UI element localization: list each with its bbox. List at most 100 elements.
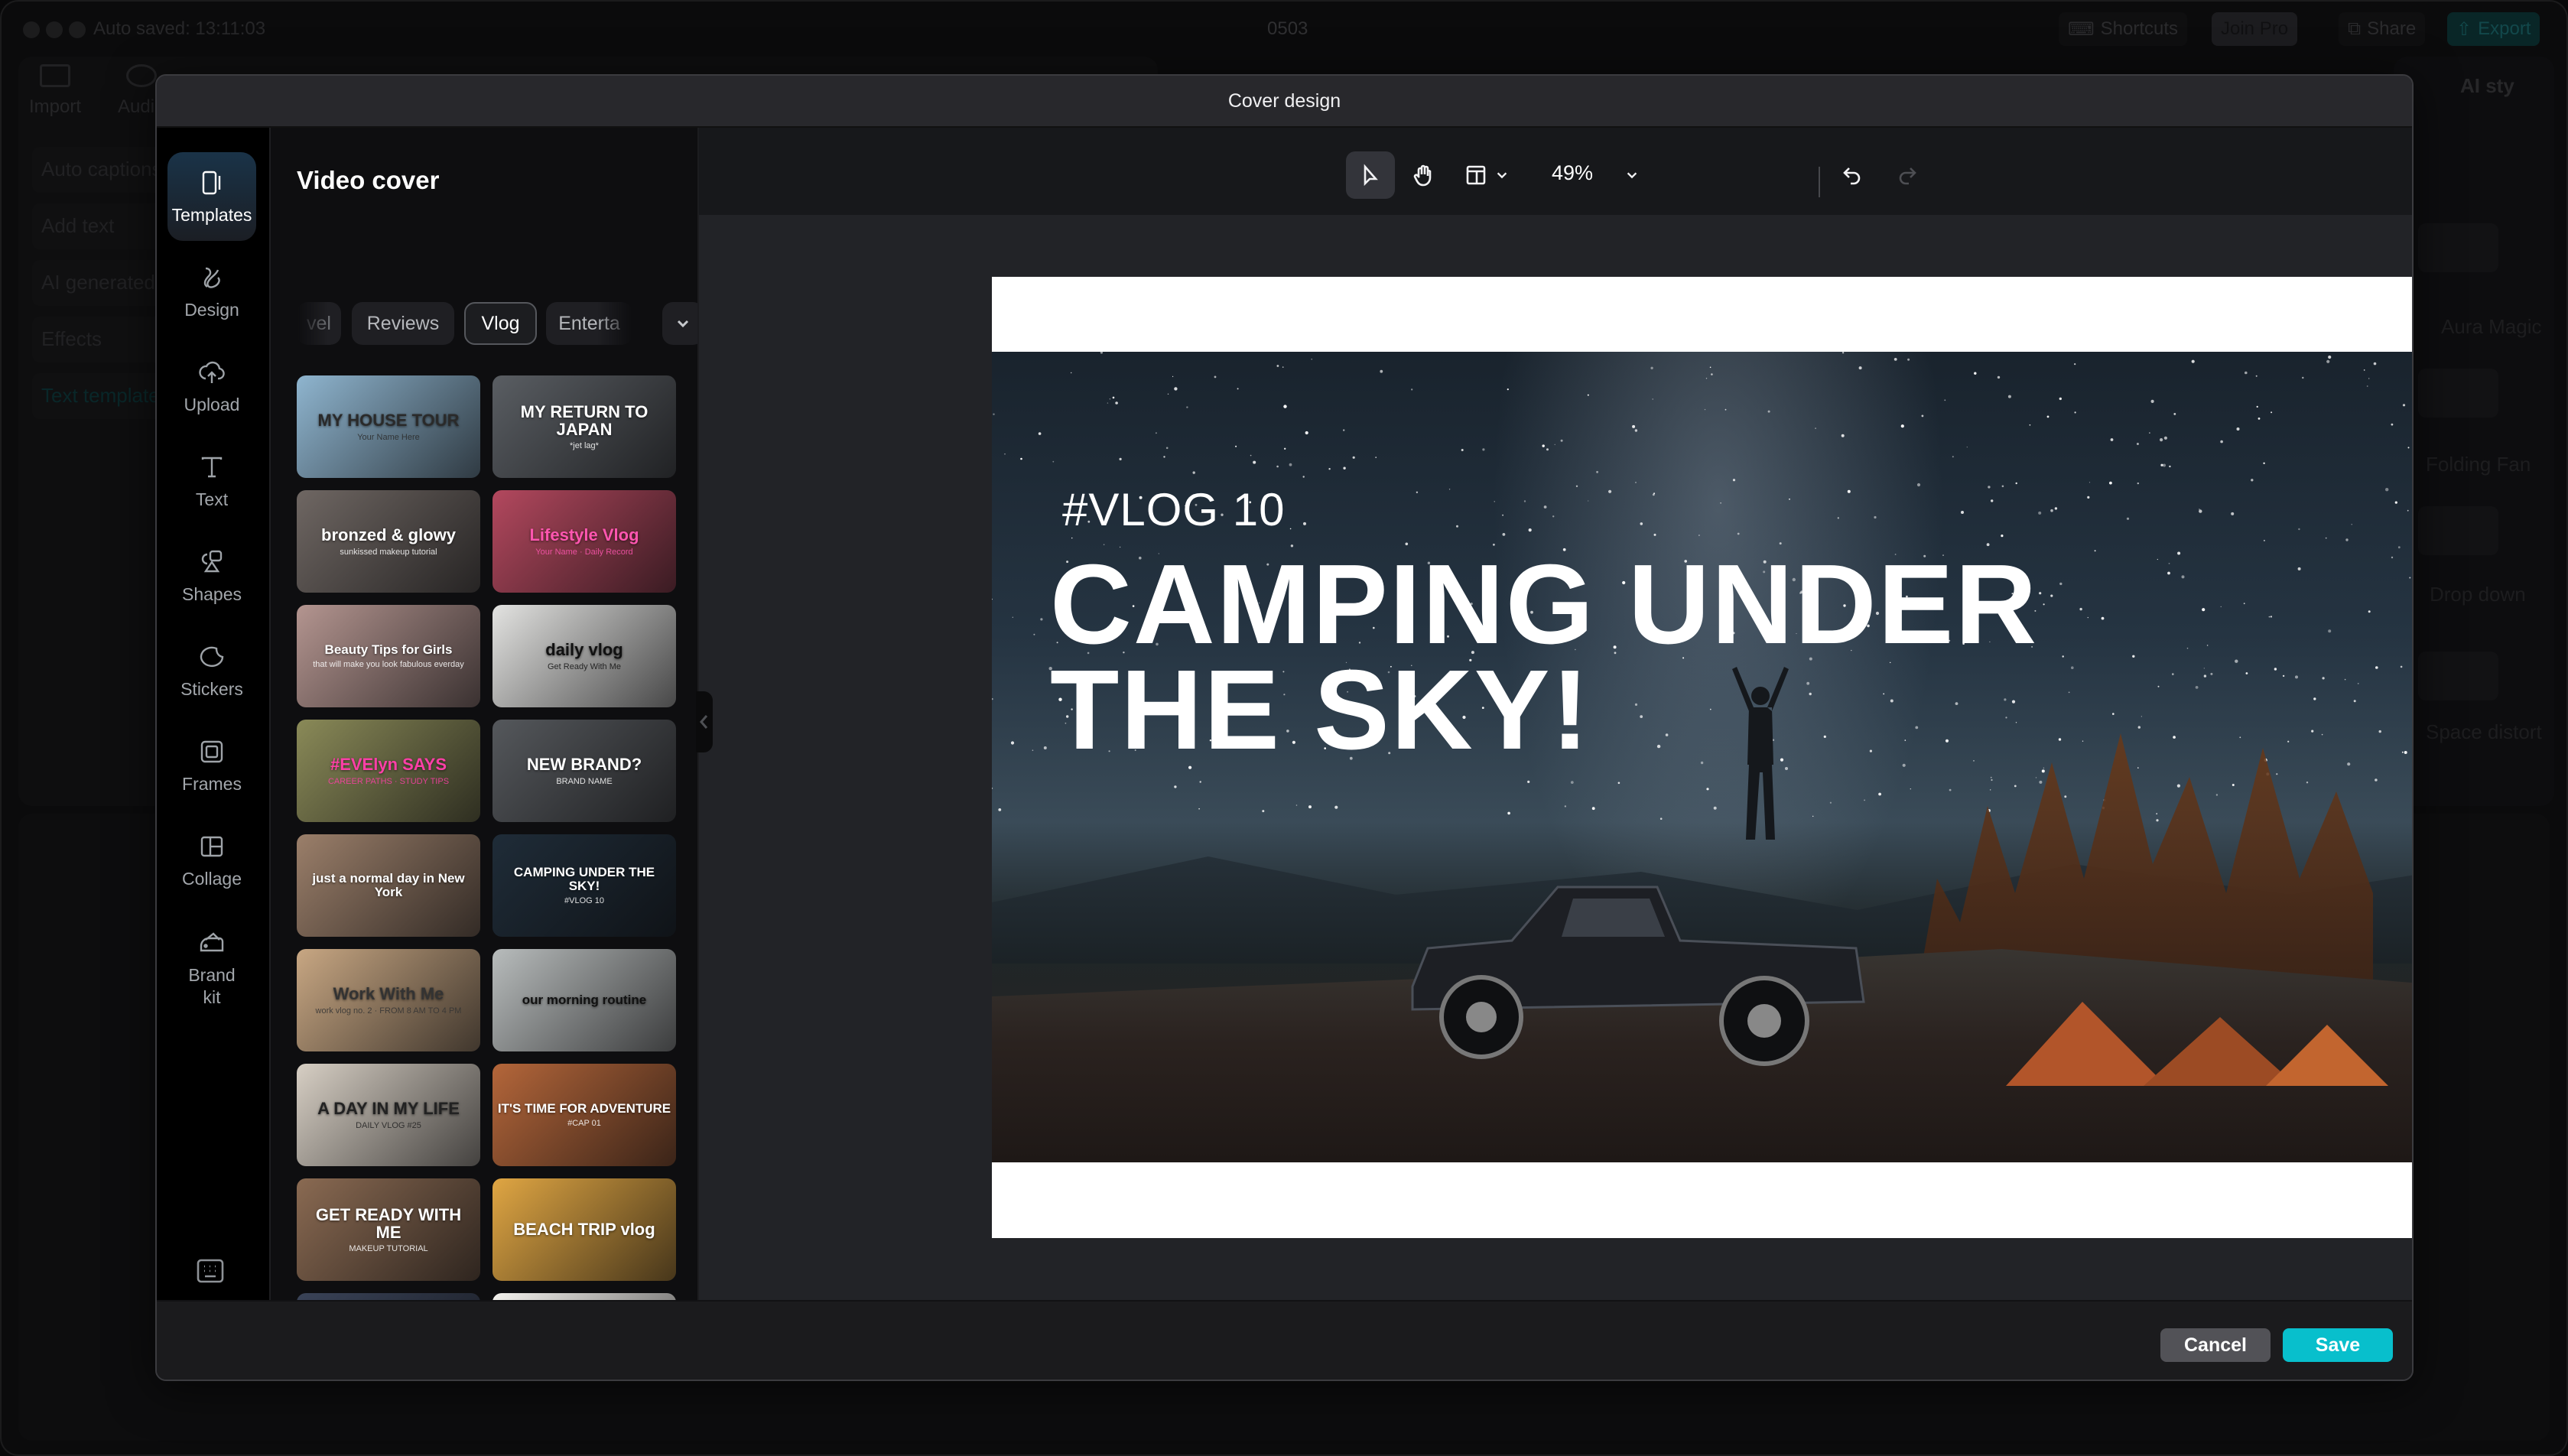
star (2243, 603, 2245, 605)
undo-button[interactable] (1835, 151, 1871, 199)
rail-item-frames[interactable]: Frames (167, 721, 256, 810)
design-icon (203, 267, 220, 288)
cover-design-dialog: Cover design Templates Design Upload Tex… (155, 74, 2414, 1381)
template-thumbnail[interactable]: MY RETURN TO JAPAN *jet lag* (492, 375, 676, 478)
redo-button[interactable] (1889, 151, 1924, 199)
template-thumbnail[interactable]: just a normal day in New York (297, 834, 480, 937)
star (1119, 457, 1122, 460)
star (1608, 489, 1612, 493)
category-tab-travel[interactable]: vel (297, 302, 341, 345)
rail-item-brand-kit[interactable]: Brand kit (167, 911, 256, 1025)
template-thumbnail[interactable]: 10 Hours Bus Journey (297, 1293, 480, 1300)
canvas-area: 49% #VLOG 10 CAMPING UNDER THE SKY! (699, 128, 2412, 1300)
star (992, 697, 993, 700)
star (2409, 577, 2411, 579)
star (1033, 633, 1035, 635)
star (2345, 538, 2349, 541)
template-thumbnail[interactable]: bronzed & glowy sunkissed makeup tutorial (297, 490, 480, 593)
star (1328, 468, 1331, 470)
template-subtitle: Your Name · Daily Record (535, 547, 633, 557)
template-thumbnail[interactable]: BEACH TRIP vlog (492, 1178, 676, 1281)
template-thumbnail[interactable]: IT'S TIME FOR ADVENTURE #CAP 01 (492, 1064, 676, 1166)
template-thumbnail[interactable]: daily vlog Get Ready With Me (492, 605, 676, 707)
template-thumbnail[interactable]: NEW BRAND? BRAND NAME (492, 720, 676, 822)
star (1652, 493, 1655, 496)
star (1334, 805, 1338, 809)
star (1198, 808, 1200, 810)
layout-icon (1466, 165, 1486, 185)
star (2391, 423, 2394, 426)
star (1020, 457, 1022, 460)
star (1767, 410, 1770, 413)
zoom-level[interactable]: 49% (1552, 161, 1593, 185)
category-tab-entertainment[interactable]: Enterta (546, 302, 632, 345)
star (2235, 659, 2238, 663)
star (2404, 751, 2407, 754)
star (2325, 537, 2327, 539)
template-thumbnail[interactable]: Lifestyle Vlog Your Name · Daily Record (492, 490, 676, 593)
star (1107, 402, 1109, 404)
star (2210, 672, 2213, 675)
template-thumbnail[interactable]: GET READY WITH ME MAKEUP TUTORIAL (297, 1178, 480, 1281)
star (1523, 500, 1526, 502)
template-title: CAMPING UNDER THE SKY! (513, 865, 655, 893)
cover-tag-text[interactable]: #VLOG 10 (1062, 483, 1286, 536)
star (2220, 606, 2222, 607)
select-tool-button[interactable] (1346, 151, 1395, 199)
template-thumbnail[interactable]: CAMPING UNDER THE SKY! #VLOG 10 (492, 834, 676, 937)
rail-item-shapes[interactable]: Shapes (167, 531, 256, 620)
cover-canvas[interactable]: #VLOG 10 CAMPING UNDER THE SKY! (992, 277, 2412, 1238)
star (1237, 388, 1239, 390)
category-tab-reviews[interactable]: Reviews (352, 302, 454, 345)
star (1841, 352, 1845, 354)
star (2001, 485, 2004, 488)
star (1617, 782, 1620, 785)
templates-panel: Video cover vel Reviews Vlog Enterta MY … (271, 128, 699, 1300)
star (2163, 463, 2166, 467)
rail-item-templates[interactable]: Templates (167, 152, 256, 241)
categories-dropdown-button[interactable] (662, 302, 697, 345)
template-thumbnail[interactable]: our morning routine (492, 949, 676, 1051)
star (2321, 733, 2323, 736)
template-thumbnail[interactable]: A DAY IN MY LIFE DAILY VLOG #25 (297, 1064, 480, 1166)
save-button[interactable]: Save (2283, 1328, 2393, 1362)
star (1100, 352, 1103, 354)
star (2271, 411, 2273, 414)
rail-item-stickers[interactable]: Stickers (167, 626, 256, 715)
star (1542, 444, 1545, 447)
star (1961, 511, 1964, 514)
template-thumbnail[interactable]: MY HOUSE TOUR Your Name Here (297, 375, 480, 478)
template-thumbnail[interactable]: #EVElyn SAYS CAREER PATHS · STUDY TIPS (297, 720, 480, 822)
rail-item-text[interactable]: Text (167, 437, 256, 525)
cancel-button[interactable]: Cancel (2160, 1328, 2271, 1362)
keyboard-shortcuts-button[interactable] (195, 1256, 232, 1292)
template-thumbnail-content: Lifestyle Vlog Your Name · Daily Record (529, 526, 639, 556)
hand-tool-button[interactable] (1404, 151, 1442, 199)
rail-item-design[interactable]: Design (167, 247, 256, 336)
rail-item-upload[interactable]: Upload (167, 342, 256, 431)
rail-item-collage[interactable]: Collage (167, 816, 256, 905)
star (1990, 789, 1991, 791)
star (1720, 502, 1721, 504)
star (2287, 740, 2290, 743)
star (1902, 763, 1906, 767)
template-subtitle: that will make you look fabulous everday (313, 659, 464, 669)
template-thumbnail[interactable]: GRWM For Workdaily vlog #6 (492, 1293, 676, 1300)
star (1284, 447, 1286, 450)
star (1032, 749, 1034, 751)
star (998, 808, 1002, 811)
template-thumbnail-content: MY RETURN TO JAPAN *jet lag* (497, 403, 671, 450)
cover-headline-text[interactable]: CAMPING UNDER THE SKY! (1050, 548, 2038, 766)
category-tab-vlog[interactable]: Vlog (464, 302, 537, 345)
zoom-dropdown-button[interactable] (1617, 151, 1647, 199)
cover-background-photo[interactable]: #VLOG 10 CAMPING UNDER THE SKY! (992, 352, 2412, 1162)
star (1276, 365, 1279, 367)
star (2136, 443, 2139, 445)
layout-dropdown-button[interactable] (1456, 151, 1517, 199)
template-thumbnail[interactable]: Work With Me work vlog no. 2 · FROM 8 AM … (297, 949, 480, 1051)
collapse-panel-handle[interactable] (696, 691, 713, 752)
star (2169, 465, 2171, 468)
template-thumbnail[interactable]: Beauty Tips for Girls that will make you … (297, 605, 480, 707)
star (2282, 674, 2285, 678)
template-thumbnail-content: CAMPING UNDER THE SKY! #VLOG 10 (497, 866, 671, 905)
